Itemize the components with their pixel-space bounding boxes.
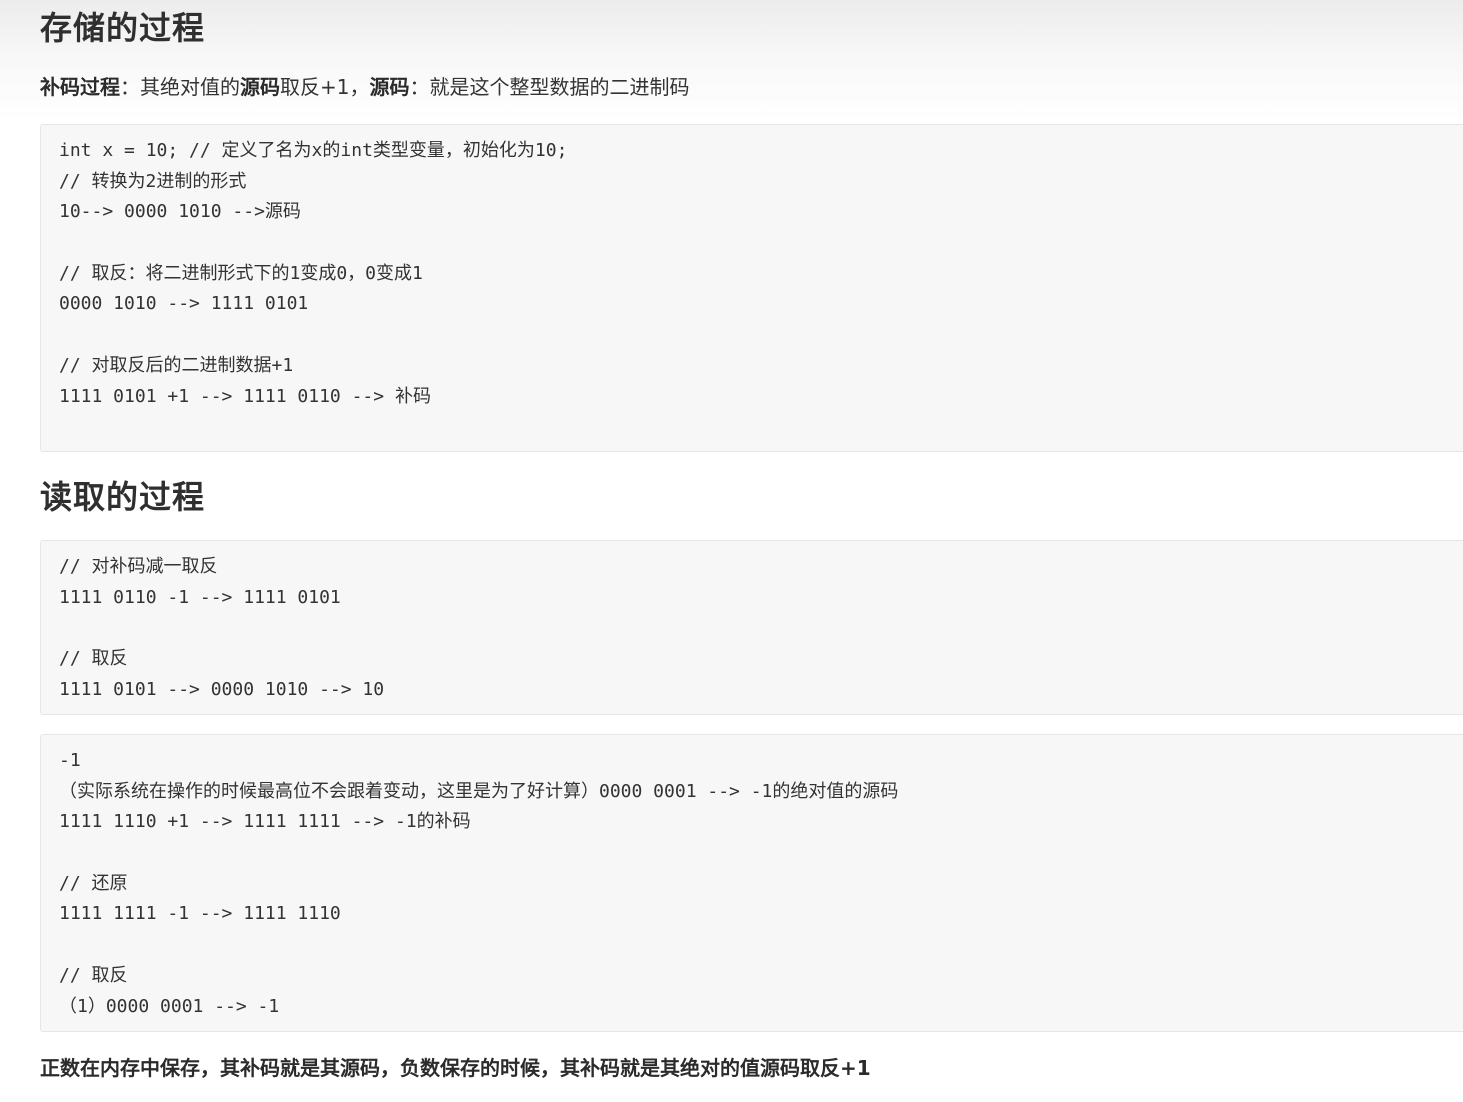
- code-line: 1111 1111 -1 --> 1111 1110: [59, 903, 341, 925]
- intro-sep1: ：其绝对值的: [120, 75, 240, 99]
- storage-code-block[interactable]: int x = 10; // 定义了名为x的int类型变量，初始化为10; //…: [40, 124, 1463, 452]
- code-line: -1: [59, 750, 81, 771]
- storage-heading: 存储的过程: [40, 9, 206, 47]
- reading-code-block-1[interactable]: // 对补码减一取反 1111 0110 -1 --> 1111 0101 //…: [40, 540, 1463, 715]
- code-line: 1111 1110 +1 --> 1111 1111 --> -1的补码: [59, 811, 471, 833]
- code-line: // 对取反后的二进制数据+1: [59, 354, 294, 376]
- code-line: 1111 0101 +1 --> 1111 0110 --> 补码: [59, 385, 431, 407]
- code-line: // 取反：将二进制形式下的1变成0，0变成1: [59, 262, 423, 284]
- intro-text2: ：就是这个整型数据的二进制码: [409, 75, 690, 99]
- code-line: // 还原: [59, 872, 128, 894]
- code-line: （1）0000 0001 --> -1: [59, 995, 280, 1017]
- intro-label-source: 源码: [369, 75, 410, 99]
- code-line: int x = 10; // 定义了名为x的int类型变量，初始化为10;: [59, 140, 568, 161]
- top-shade: [0, 0, 1463, 120]
- code-line: // 转换为2进制的形式: [59, 170, 247, 192]
- intro-label-complement: 补码过程: [40, 75, 120, 99]
- code-line: 10--> 0000 1010 -->源码: [59, 201, 301, 223]
- intro-text1: 取反+1，: [280, 75, 370, 99]
- code-line: // 对补码减一取反: [59, 556, 218, 577]
- intro-term-source: 源码: [240, 75, 280, 99]
- storage-intro: 补码过程：其绝对值的源码取反+1，源码：就是这个整型数据的二进制码: [40, 73, 689, 101]
- reading-code-block-2[interactable]: -1 （实际系统在操作的时候最高位不会跟着变动，这里是为了好计算）0000 00…: [40, 734, 1463, 1032]
- reading-heading: 读取的过程: [40, 478, 206, 516]
- conclusion-text: 正数在内存中保存，其补码就是其源码，负数保存的时候，其补码就是其绝对的值源码取反…: [40, 1056, 871, 1080]
- code-line: // 取反: [59, 648, 128, 670]
- code-line: // 取反: [59, 964, 128, 986]
- code-line: 0000 1010 --> 1111 0101: [59, 293, 309, 315]
- code-line: 1111 0110 -1 --> 1111 0101: [59, 586, 341, 608]
- code-line: （实际系统在操作的时候最高位不会跟着变动，这里是为了好计算）0000 0001 …: [59, 780, 899, 802]
- code-line: 1111 0101 --> 0000 1010 --> 10: [59, 678, 385, 700]
